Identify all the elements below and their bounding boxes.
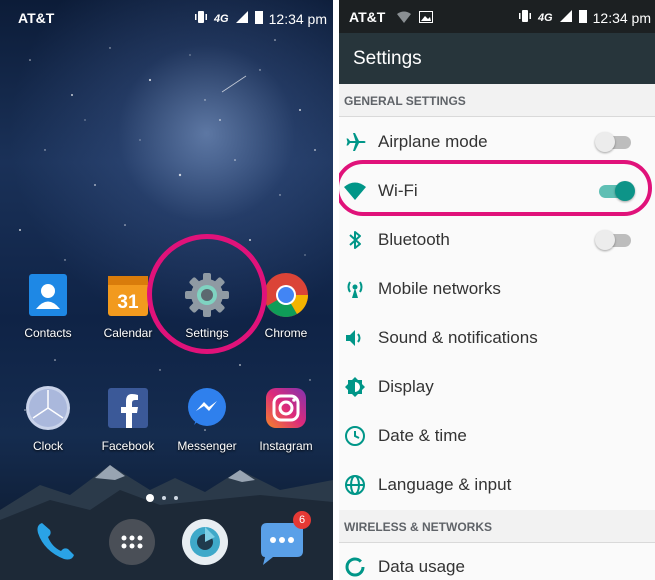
page-dot: [162, 496, 166, 500]
notification-badge: 6: [293, 511, 311, 529]
page-title: Settings: [353, 48, 422, 69]
app-messenger[interactable]: Messenger: [167, 385, 247, 453]
app-label: Messenger: [177, 439, 237, 453]
svg-text:31: 31: [117, 292, 139, 313]
clock-time: 12:34 pm: [268, 10, 327, 27]
clock-time: 12:34 pm: [592, 9, 651, 26]
instagram-icon: [263, 385, 309, 431]
app-label: Contacts: [24, 326, 72, 340]
setting-label: Display: [378, 377, 434, 396]
app-label: Clock: [32, 439, 63, 453]
wifi-highlight-oval: [339, 160, 652, 216]
setting-label: Sound & notifications: [378, 328, 538, 347]
setting-label: Airplane mode: [378, 132, 488, 151]
app-drawer-icon[interactable]: [107, 517, 157, 567]
bluetooth-icon: [343, 228, 367, 252]
airplane-mode-toggle[interactable]: [595, 132, 635, 152]
battery-icon: [254, 10, 263, 27]
setting-mobile-networks[interactable]: Mobile networks: [339, 265, 655, 314]
section-header-general: GENERAL SETTINGS: [339, 84, 655, 117]
chrome-icon: [263, 272, 309, 318]
facebook-icon: [105, 385, 151, 431]
dock: 6: [0, 505, 333, 580]
signal-icon: [235, 10, 249, 27]
app-facebook[interactable]: Facebook: [88, 385, 168, 453]
setting-date-time[interactable]: Date & time: [339, 412, 655, 461]
vibrate-icon: [194, 10, 208, 27]
app-label: Instagram: [259, 439, 313, 453]
app-label: Chrome: [264, 326, 308, 340]
setting-data-usage[interactable]: Data usage: [339, 543, 655, 580]
lte-icon: 4G: [213, 12, 229, 25]
messenger-icon: [184, 385, 230, 431]
brightness-icon: [343, 375, 367, 399]
page-dot: [174, 496, 178, 500]
settings-highlight-circle: [147, 234, 267, 354]
clock-icon: [343, 424, 367, 448]
carrier-label: AT&T: [349, 9, 434, 26]
setting-sound-notifications[interactable]: Sound & notifications: [339, 314, 655, 363]
app-label: Calendar: [103, 326, 153, 340]
contacts-icon: [25, 272, 71, 318]
screenshot-composite: AT&T 4G 12:34 pm Contacts 31 Calendar Se…: [0, 0, 655, 580]
airplane-icon: [343, 130, 367, 154]
antenna-icon: [343, 277, 367, 301]
setting-label: Language & input: [378, 475, 512, 494]
camera-icon[interactable]: [180, 517, 230, 567]
volume-icon: [343, 326, 367, 350]
carrier-label: AT&T: [18, 10, 55, 26]
home-screen: AT&T 4G 12:34 pm Contacts 31 Calendar Se…: [0, 0, 333, 580]
setting-label: Bluetooth: [378, 230, 450, 249]
setting-label: Data usage: [378, 557, 465, 576]
vibrate-icon: [518, 9, 532, 26]
data-usage-icon: [343, 555, 367, 579]
app-clock[interactable]: Clock: [8, 385, 88, 453]
status-bar: AT&T 4G 12:34 pm: [0, 0, 333, 36]
section-header-wireless: WIRELESS & NETWORKS: [339, 510, 655, 543]
app-contacts[interactable]: Contacts: [8, 272, 88, 340]
messages-icon[interactable]: 6: [257, 511, 311, 567]
app-bar: Settings: [339, 33, 655, 84]
setting-bluetooth[interactable]: Bluetooth: [339, 216, 655, 265]
image-notification-icon: [419, 10, 434, 26]
setting-label: Date & time: [378, 426, 467, 445]
system-icons: 4G 12:34 pm: [194, 10, 327, 27]
app-label: Facebook: [101, 439, 155, 453]
clock-icon: [25, 385, 71, 431]
calendar-icon: 31: [105, 272, 151, 318]
setting-display[interactable]: Display: [339, 363, 655, 412]
lte-icon: 4G: [537, 11, 553, 24]
settings-screen: AT&T 4G 12:34 pm Settings GENERAL SETTIN…: [339, 0, 655, 580]
system-icons: 4G 12:34 pm: [518, 9, 651, 26]
page-dot-active: [146, 494, 154, 502]
bluetooth-toggle[interactable]: [595, 230, 635, 250]
phone-icon[interactable]: [30, 517, 80, 567]
wifi-status-icon: [397, 10, 412, 26]
battery-icon: [578, 9, 587, 26]
globe-icon: [343, 473, 367, 497]
signal-icon: [559, 9, 573, 26]
setting-label: Mobile networks: [378, 279, 501, 298]
status-bar: AT&T 4G 12:34 pm: [339, 0, 655, 33]
page-indicator: [146, 494, 178, 502]
setting-language-input[interactable]: Language & input: [339, 461, 655, 510]
app-instagram[interactable]: Instagram: [246, 385, 326, 453]
